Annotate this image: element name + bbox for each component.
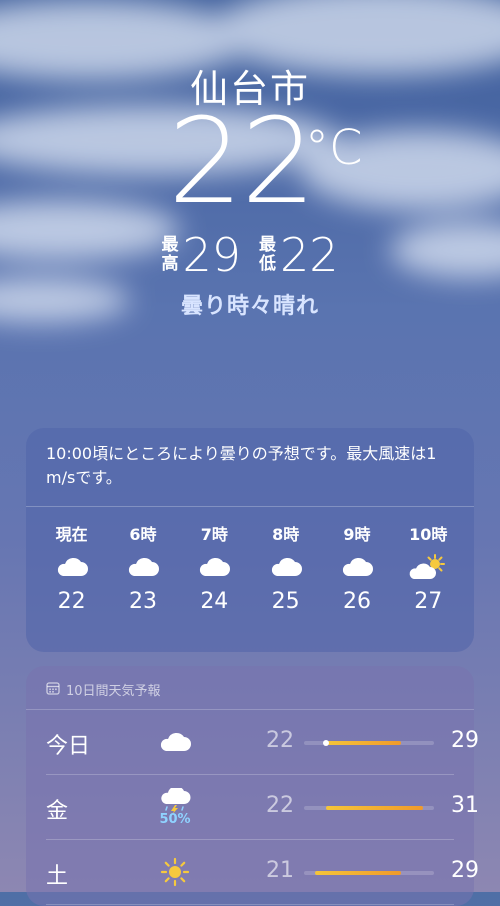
hour-item: 6時 23 <box>107 521 178 614</box>
hourly-list[interactable]: 現在 22 6時 23 7時 24 8時 25 9時 26 10時 27 <box>26 507 474 614</box>
hour-label: 6時 <box>129 525 157 544</box>
hour-temp: 24 <box>200 589 229 614</box>
cloud-icon <box>321 545 392 589</box>
hourly-summary: 10:00頃にところにより曇りの予想です。最大風速は1 m/sです。 <box>26 428 474 507</box>
hour-item: 9時 26 <box>321 521 392 614</box>
partly-sunny-icon <box>393 545 464 589</box>
hour-item: 現在 22 <box>36 521 107 614</box>
cloud-icon <box>150 718 200 766</box>
hour-label: 現在 <box>55 525 88 544</box>
day-row[interactable]: 土 21 29 <box>46 840 479 905</box>
daily-forecast-card[interactable]: 10日間天気予報 今日 22 29 金 50% 22 31 土 21 29 <box>26 666 479 906</box>
high-temp-group: 最 高 29 <box>161 232 241 278</box>
temp-range-fill <box>325 806 424 810</box>
hour-label: 8時 <box>272 525 300 544</box>
temp-range-bar <box>304 740 434 746</box>
current-temp-dot <box>322 740 329 746</box>
day-low: 22 <box>266 728 294 753</box>
hour-label: 7時 <box>200 525 228 544</box>
temperature-unit: °C <box>305 120 363 176</box>
high-low: 最 高 29 最 低 22 <box>0 232 500 278</box>
daily-forecast-header: 10日間天気予報 <box>26 666 474 710</box>
day-name: 土 <box>46 864 69 889</box>
cloud-icon <box>36 545 107 589</box>
low-temp-group: 最 低 22 <box>259 232 339 278</box>
condition-text: 曇り時々晴れ <box>180 294 319 319</box>
hour-temp: 22 <box>57 589 86 614</box>
hour-temp: 23 <box>128 589 157 614</box>
day-high: 31 <box>451 793 479 818</box>
day-row[interactable]: 金 50% 22 31 <box>46 775 479 840</box>
hour-temp: 27 <box>414 589 443 614</box>
day-low: 21 <box>266 858 294 883</box>
thunderstorm-icon: 50% <box>150 783 200 831</box>
day-low: 22 <box>266 793 294 818</box>
day-high: 29 <box>451 728 479 753</box>
low-label: 最 低 <box>259 236 276 274</box>
daily-forecast-title: 10日間天気予報 <box>66 684 161 699</box>
high-temp: 29 <box>182 228 241 282</box>
hour-item: 7時 24 <box>179 521 250 614</box>
hourly-forecast-card[interactable]: 10:00頃にところにより曇りの予想です。最大風速は1 m/sです。 現在 22… <box>26 428 474 652</box>
temp-range-bar <box>304 871 434 875</box>
day-high: 29 <box>451 858 479 883</box>
cloud-icon <box>179 545 250 589</box>
temp-range-fill <box>325 741 402 745</box>
low-label-char-1: 最 <box>259 235 276 255</box>
sun-icon <box>150 848 200 896</box>
day-row[interactable]: 今日 22 29 <box>46 710 479 775</box>
hour-item: 8時 25 <box>250 521 321 614</box>
high-label-char-2: 高 <box>161 254 179 274</box>
hour-temp: 25 <box>271 589 300 614</box>
calendar-icon <box>46 681 60 699</box>
low-label-char-2: 低 <box>259 254 276 274</box>
cloud-icon <box>107 545 178 589</box>
current-temperature: 22 <box>168 92 316 230</box>
day-name: 今日 <box>46 734 91 759</box>
day-name: 金 <box>46 799 69 824</box>
hour-item: 10時 27 <box>393 521 464 614</box>
high-label-char-1: 最 <box>161 235 179 255</box>
hour-label: 10時 <box>409 525 448 544</box>
temp-range-bar <box>304 806 434 810</box>
hour-temp: 26 <box>342 589 371 614</box>
temp-range-fill <box>314 871 402 875</box>
low-temp: 22 <box>280 228 339 282</box>
hour-label: 9時 <box>343 525 371 544</box>
precipitation-chance: 50% <box>159 811 191 827</box>
high-label: 最 高 <box>161 236 178 274</box>
cloud-icon <box>250 545 321 589</box>
